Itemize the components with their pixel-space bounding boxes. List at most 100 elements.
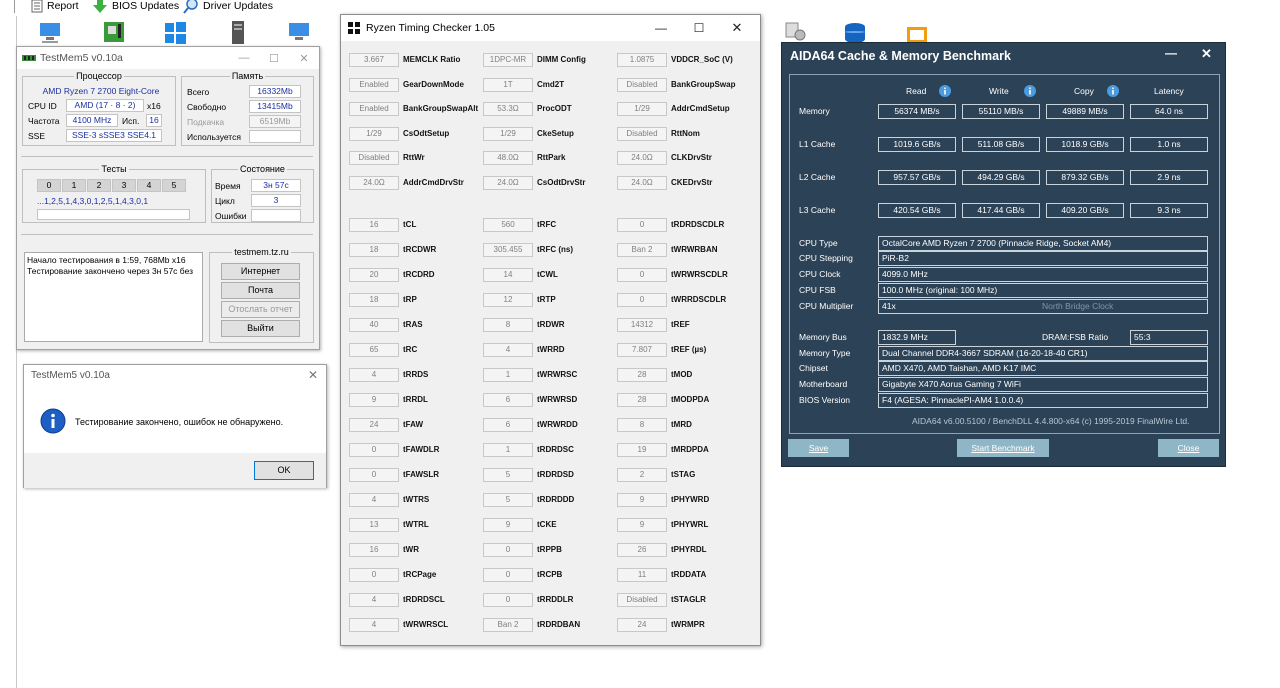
time-field: 3н 57с — [251, 179, 301, 192]
timing-label: tWRWRBAN — [671, 245, 718, 254]
timing-label: tWRWRSC — [537, 370, 578, 379]
bios-version-field: F4 (AGESA: PinnaclePI-AM4 1.0.0.4) — [878, 393, 1208, 408]
testmem-dialog: TestMem5 v0.10a ✕ Тестирование закончено… — [23, 364, 327, 488]
bench-write-value: 417.44 GB/s — [962, 203, 1040, 218]
memory-type-label: Memory Type — [799, 348, 851, 358]
timing-value: 14312 — [617, 318, 667, 332]
timing-value: 53.3Ω — [483, 102, 533, 117]
timing-value: 4 — [349, 618, 399, 632]
bench-row-label: L1 Cache — [799, 139, 836, 149]
timing-value: 0 — [349, 468, 399, 482]
windows-icon[interactable] — [163, 20, 187, 46]
internet-button[interactable]: Интернет — [221, 263, 300, 280]
testmem-window: TestMem5 v0.10a — ☐ ✕ Процессор AMD Ryze… — [16, 46, 320, 350]
test-tab[interactable]: 4 — [137, 179, 161, 192]
bench-write-value: 55110 MB/s — [962, 104, 1040, 119]
info-icon[interactable] — [1024, 85, 1036, 97]
mail-button[interactable]: Почта — [221, 282, 300, 299]
chipset-label: Chipset — [799, 363, 828, 373]
timing-label: tRDDATA — [671, 570, 707, 579]
test-tab[interactable]: 5 — [162, 179, 186, 192]
timing-label: BankGroupSwap — [671, 79, 736, 89]
cycle-label: Цикл — [215, 196, 235, 206]
motherboard-icon[interactable] — [102, 20, 126, 46]
timing-label: tWR — [403, 545, 419, 554]
test-tab[interactable]: 1 — [62, 179, 86, 192]
bench-latency-value: 64.0 ns — [1130, 104, 1208, 119]
dialog-close-button[interactable]: ✕ — [308, 368, 318, 382]
total-label: Всего — [187, 87, 210, 97]
timing-label: tWRRD — [537, 345, 565, 354]
log-line: Начало тестирования в 1:59, 768Mb x16 — [27, 255, 186, 265]
exit-button[interactable]: Выйти — [221, 320, 300, 337]
display-icon[interactable] — [287, 20, 311, 46]
ram-icon — [22, 55, 36, 61]
aida-footer: AIDA64 v6.00.5100 / BenchDLL 4.4.800-x64… — [912, 416, 1190, 426]
test-progress-bar — [37, 209, 190, 220]
timing-value: 1T — [483, 77, 533, 92]
used-threads-label: Исп. — [122, 116, 140, 126]
timing-label: tRDRDDD — [537, 495, 575, 504]
driver-updates-button[interactable]: Driver Updates — [183, 0, 273, 14]
timing-value: 28 — [617, 368, 667, 382]
info-icon[interactable] — [939, 85, 951, 97]
timing-label: tRDWR — [537, 320, 565, 329]
timing-label: tRCPage — [403, 570, 437, 579]
ok-button[interactable]: OK — [254, 461, 314, 480]
dialog-title: TestMem5 v0.10a — [31, 370, 110, 381]
start-benchmark-button[interactable]: Start Benchmark — [957, 439, 1049, 457]
download-arrow-icon — [93, 0, 107, 13]
bios-updates-button[interactable]: BIOS Updates — [92, 0, 179, 14]
test-sequence: ...1,2,5,1,4,3,0,1,2,5,1,4,3,0,1 — [37, 196, 149, 206]
timing-label: MEMCLK Ratio — [403, 55, 461, 64]
close-button[interactable]: ✕ — [718, 15, 756, 41]
maximize-button[interactable]: ☐ — [259, 47, 289, 69]
col-latency-header: Latency — [1154, 86, 1184, 96]
timing-label: BankGroupSwapAlt — [403, 104, 479, 114]
minimize-button[interactable]: — — [229, 47, 259, 69]
minimize-button[interactable]: — — [1165, 46, 1177, 60]
timing-value: 16 — [349, 218, 399, 232]
timing-label: tPHYRDL — [671, 545, 707, 554]
timing-label: tPHYWRL — [671, 520, 709, 529]
report-button[interactable]: Report — [31, 0, 79, 14]
timing-value: Enabled — [349, 102, 399, 117]
cycle-field: 3 — [251, 194, 301, 207]
maximize-button[interactable]: ☐ — [680, 15, 718, 41]
timing-label: tRAS — [403, 320, 423, 329]
free-label: Свободно — [187, 102, 227, 112]
close-button[interactable]: ✕ — [1201, 46, 1212, 62]
server-icon[interactable] — [226, 20, 250, 46]
timing-label: tPHYWRD — [671, 495, 710, 504]
send-report-button[interactable]: Отослать отчет — [221, 301, 300, 318]
minimize-button[interactable]: — — [642, 15, 680, 41]
timing-label: tCL — [403, 220, 417, 229]
timing-label: tMRD — [671, 420, 692, 429]
timing-label: tWTRS — [403, 495, 430, 504]
info-icon[interactable] — [1107, 85, 1119, 97]
in-use-field — [249, 130, 301, 143]
test-tab[interactable]: 3 — [112, 179, 136, 192]
chipset-field: AMD X470, AMD Taishan, AMD K17 IMC — [878, 361, 1208, 376]
report-label: Report — [47, 0, 79, 12]
bios-version-label: BIOS Version — [799, 395, 851, 405]
cpu-clock-field: 4099.0 MHz — [878, 267, 1208, 282]
test-tab[interactable]: 2 — [87, 179, 111, 192]
timing-label: tRCDWR — [403, 245, 437, 254]
timing-value: 0 — [483, 543, 533, 557]
timing-label: tRDRDSCL — [403, 595, 445, 604]
computer-icon[interactable] — [38, 20, 62, 46]
aida64-window: AIDA64 Cache & Memory Benchmark — ✕ Read… — [781, 42, 1226, 467]
cpuid-field: AMD (17 · 8 · 2) — [66, 99, 144, 112]
timing-value: 2 — [617, 468, 667, 482]
bench-copy-value: 879.32 GB/s — [1046, 170, 1124, 185]
close-button[interactable]: Close — [1158, 439, 1219, 457]
timing-label: tSTAGLR — [671, 595, 706, 604]
timing-value: Ban 2 — [617, 243, 667, 257]
close-button[interactable]: ✕ — [289, 47, 319, 69]
site-legend: testmem.tz.ru — [234, 247, 289, 257]
save-button[interactable]: Save — [788, 439, 849, 457]
test-tab[interactable]: 0 — [37, 179, 61, 192]
log-textbox[interactable]: Начало тестирования в 1:59, 768Mb x16 Те… — [24, 252, 203, 342]
timing-label: tCKE — [537, 520, 557, 529]
